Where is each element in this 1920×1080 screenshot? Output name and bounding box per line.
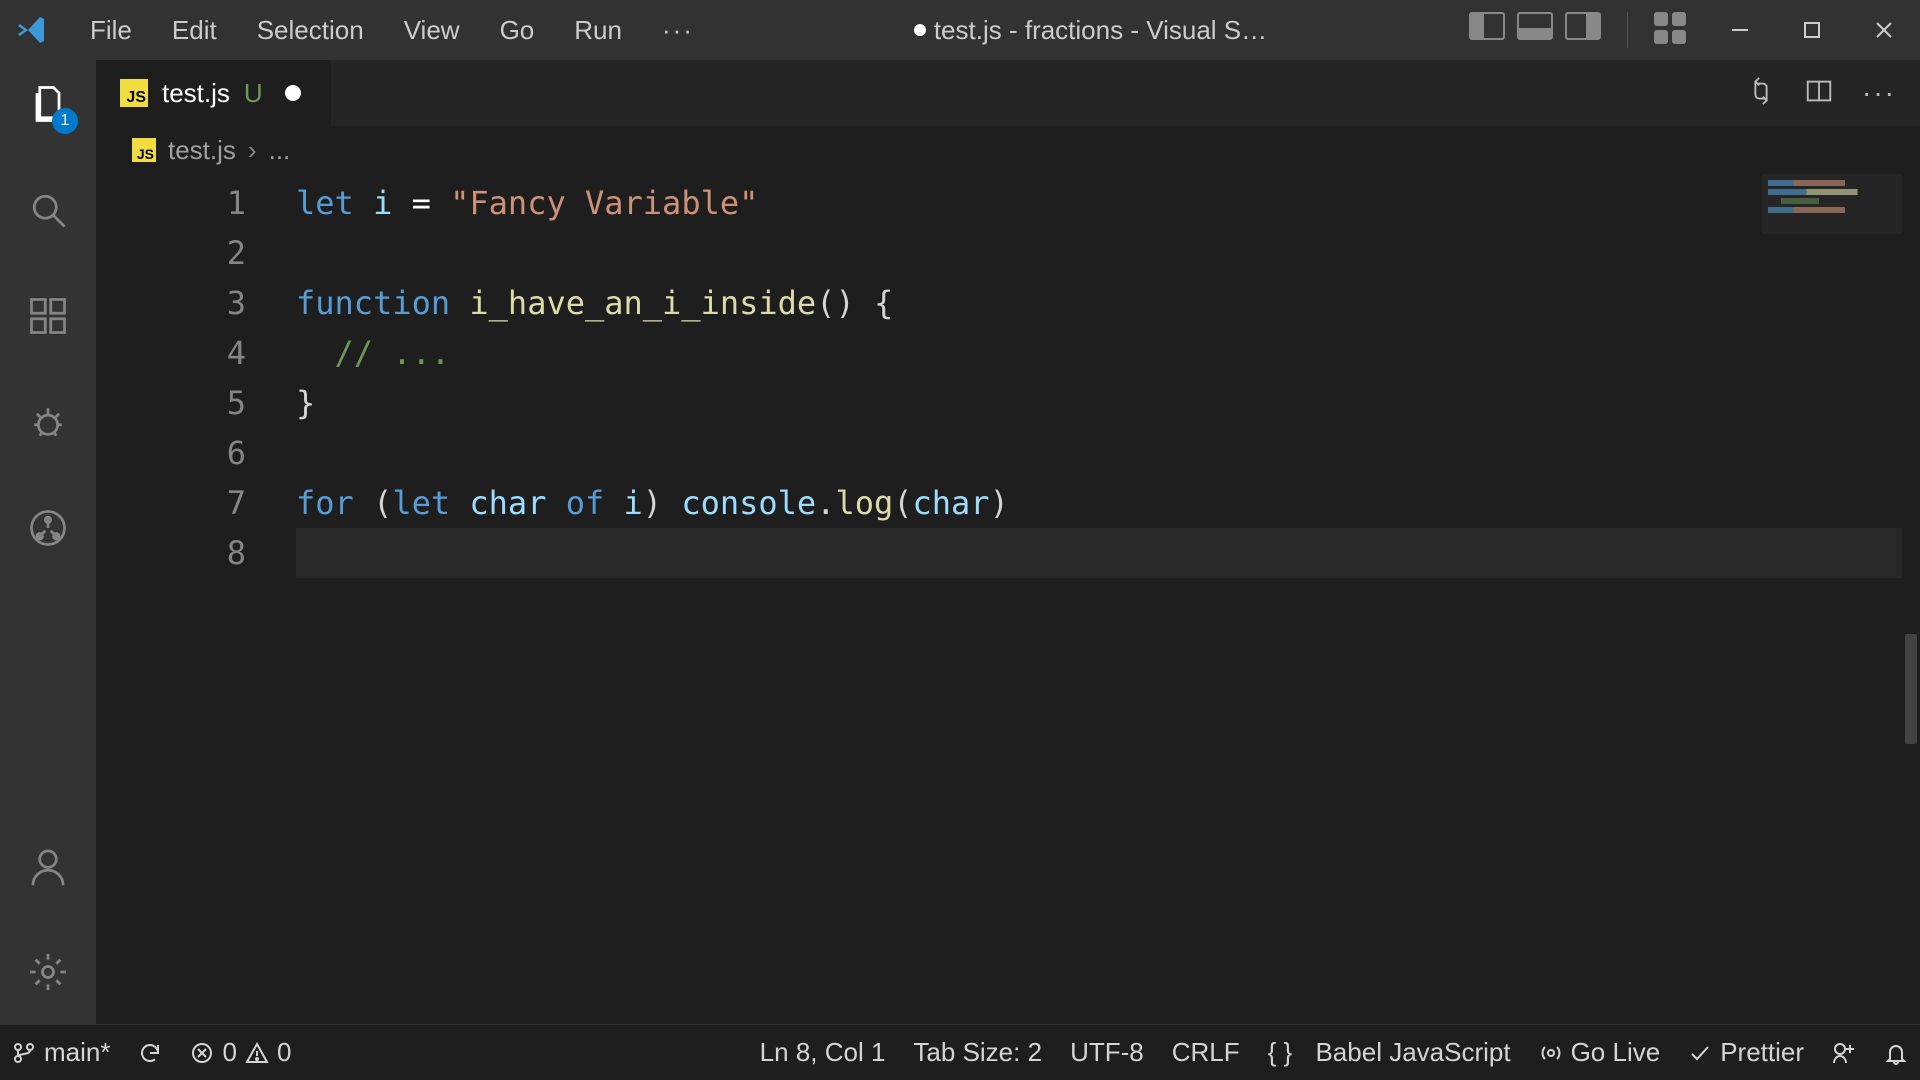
menu-go[interactable]: Go [482, 11, 553, 50]
activity-bar: 1 [0, 60, 96, 1024]
unsaved-dot-icon [285, 85, 301, 101]
code-content[interactable]: let i = "Fancy Variable" function i_have… [296, 174, 1920, 1024]
divider [1627, 12, 1628, 48]
status-notifications-button[interactable] [1884, 1041, 1908, 1065]
status-sync-button[interactable] [138, 1041, 162, 1065]
run-debug-button[interactable] [24, 398, 72, 446]
line-gutter: 1 2 3 4 5 6 7 8 [96, 174, 296, 1024]
window-title-text: test.js - fractions - Visual S… [934, 15, 1267, 46]
tab-test-js[interactable]: JS test.js U [96, 60, 332, 126]
customize-layout-button[interactable] [1654, 12, 1686, 44]
status-tab-size[interactable]: Tab Size: 2 [913, 1037, 1042, 1068]
vscode-logo-icon [8, 14, 56, 46]
menu-more-icon[interactable]: ··· [644, 11, 712, 50]
window-controls [1722, 12, 1902, 48]
extensions-button[interactable] [24, 292, 72, 340]
status-problems[interactable]: 0 0 [190, 1037, 291, 1068]
toggle-panel-button[interactable] [1517, 12, 1553, 40]
accounts-button[interactable] [24, 842, 72, 890]
breadcrumb-file: test.js [168, 135, 236, 166]
breadcrumb-more: ... [269, 135, 291, 166]
tab-label: test.js [162, 78, 230, 109]
editor-group: JS test.js U ··· JS test.js › ... 1 2 3 … [96, 60, 1920, 1024]
status-cursor-position[interactable]: Ln 8, Col 1 [760, 1037, 886, 1068]
explorer-badge: 1 [52, 108, 78, 134]
explorer-button[interactable]: 1 [24, 80, 72, 128]
status-branch[interactable]: main* [12, 1037, 110, 1068]
split-editor-button[interactable] [1804, 76, 1834, 111]
status-feedback-button[interactable] [1832, 1041, 1856, 1065]
status-go-live[interactable]: Go Live [1539, 1037, 1661, 1068]
unsaved-dot-icon [914, 24, 926, 36]
chevron-right-icon: › [248, 135, 257, 166]
vertical-scrollbar[interactable] [1902, 174, 1920, 1024]
menu-edit[interactable]: Edit [154, 11, 235, 50]
javascript-file-icon: JS [132, 138, 156, 162]
minimize-button[interactable] [1722, 12, 1758, 48]
window-title: test.js - fractions - Visual S… [712, 15, 1469, 46]
breadcrumb[interactable]: JS test.js › ... [96, 126, 1920, 174]
minimap[interactable] [1762, 174, 1902, 234]
status-language[interactable]: { } Babel JavaScript [1268, 1037, 1511, 1068]
search-button[interactable] [24, 186, 72, 234]
close-button[interactable] [1866, 12, 1902, 48]
title-bar: File Edit Selection View Go Run ··· test… [0, 0, 1920, 60]
compare-changes-button[interactable] [1746, 76, 1776, 111]
main-area: 1 JS test.js U [0, 60, 1920, 1024]
menu-run[interactable]: Run [556, 11, 640, 50]
editor-more-button[interactable]: ··· [1862, 77, 1896, 109]
javascript-file-icon: JS [120, 79, 148, 107]
menu-bar: File Edit Selection View Go Run ··· [72, 11, 712, 50]
toggle-primary-sidebar-button[interactable] [1469, 12, 1505, 40]
menu-selection[interactable]: Selection [239, 11, 382, 50]
editor-actions: ··· [1722, 76, 1920, 111]
status-prettier[interactable]: Prettier [1688, 1037, 1804, 1068]
source-control-graph-button[interactable] [24, 504, 72, 552]
status-encoding[interactable]: UTF-8 [1070, 1037, 1144, 1068]
settings-button[interactable] [24, 948, 72, 996]
menu-file[interactable]: File [72, 11, 150, 50]
layout-controls [1469, 12, 1686, 48]
maximize-button[interactable] [1794, 12, 1830, 48]
code-editor[interactable]: 1 2 3 4 5 6 7 8 let i = "Fancy Variable"… [96, 174, 1920, 1024]
tab-bar: JS test.js U ··· [96, 60, 1920, 126]
status-eol[interactable]: CRLF [1172, 1037, 1240, 1068]
status-bar: main* 0 0 Ln 8, Col 1 Tab Size: 2 UTF-8 … [0, 1024, 1920, 1080]
toggle-secondary-sidebar-button[interactable] [1565, 12, 1601, 40]
tab-git-status: U [244, 78, 263, 109]
menu-view[interactable]: View [386, 11, 478, 50]
